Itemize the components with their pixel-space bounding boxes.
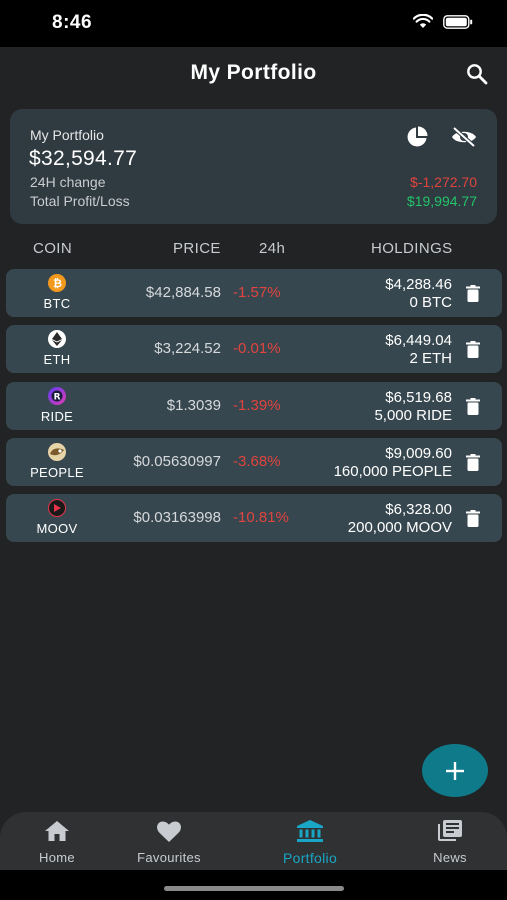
bank-icon xyxy=(297,820,323,842)
nav-item-portfolio[interactable]: Portfolio xyxy=(260,820,360,866)
holding-amount: 5,000 RIDE xyxy=(374,407,452,424)
portfolio-screen: 8:46 My Portfolio My Portfolio $32,594.7… xyxy=(0,0,507,900)
add-coin-button[interactable] xyxy=(422,744,488,797)
summary-label: My Portfolio xyxy=(30,127,104,143)
column-header-price: PRICE xyxy=(173,240,221,257)
home-icon xyxy=(45,821,69,841)
nav-label: Favourites xyxy=(137,850,201,865)
trash-icon[interactable] xyxy=(466,510,480,527)
status-bar: 8:46 xyxy=(0,0,507,47)
nav-label: Home xyxy=(39,850,75,865)
status-icons xyxy=(413,14,473,29)
nav-label: Portfolio xyxy=(282,850,338,866)
coin-row-btc[interactable]: ₿ BTC $42,884.58 -1.57% $4,288.46 0 BTC xyxy=(6,269,502,317)
moov-icon xyxy=(48,499,66,517)
coin-row-moov[interactable]: MOOV $0.03163998 -10.81% $6,328.00 200,0… xyxy=(6,494,502,542)
nav-label: News xyxy=(433,850,467,865)
portfolio-summary-card: My Portfolio $32,594.77 24H change Total… xyxy=(10,109,497,224)
heart-icon xyxy=(157,820,181,842)
coin-price: $1.3039 xyxy=(166,397,221,414)
coin-row-ride[interactable]: R RIDE $1.3039 -1.39% $6,519.68 5,000 RI… xyxy=(6,382,502,430)
profit-loss-label: Total Profit/Loss xyxy=(30,193,130,209)
change-value: $-1,272.70 xyxy=(410,174,477,190)
home-indicator[interactable] xyxy=(164,886,344,891)
holding-value: $4,288.46 xyxy=(385,276,452,293)
trash-icon[interactable] xyxy=(466,454,480,471)
bottom-navigation: Home Favourites Portfolio News xyxy=(0,812,507,870)
profit-loss-value: $19,994.77 xyxy=(406,193,477,209)
search-icon[interactable] xyxy=(465,62,489,86)
wifi-icon xyxy=(413,14,433,28)
column-header-holdings: HOLDINGS xyxy=(371,240,453,257)
coin-price: $0.05630997 xyxy=(133,453,221,470)
coin-row-eth[interactable]: ETH $3,224.52 -0.01% $6,449.04 2 ETH xyxy=(6,325,502,373)
coin-price: $42,884.58 xyxy=(145,284,221,301)
status-time: 8:46 xyxy=(52,12,93,33)
svg-text:R: R xyxy=(54,392,61,402)
holding-value: $9,009.60 xyxy=(385,445,452,462)
trash-icon[interactable] xyxy=(466,285,480,302)
holding-amount: 160,000 PEOPLE xyxy=(333,463,452,480)
page-title: My Portfolio xyxy=(190,61,317,84)
pie-chart-icon[interactable] xyxy=(405,125,429,149)
nav-item-favourites[interactable]: Favourites xyxy=(119,820,219,865)
trash-icon[interactable] xyxy=(466,398,480,415)
plus-icon xyxy=(446,761,464,780)
holding-value: $6,328.00 xyxy=(385,501,452,518)
coin-change: -3.68% xyxy=(233,453,281,470)
change-label: 24H change xyxy=(30,174,106,190)
coin-symbol: RIDE xyxy=(40,409,74,424)
svg-text:₿: ₿ xyxy=(53,277,62,289)
coin-change: -1.57% xyxy=(233,284,281,301)
coin-symbol: MOOV xyxy=(36,521,78,536)
column-header-coin: COIN xyxy=(33,240,73,257)
trash-icon[interactable] xyxy=(466,341,480,358)
portfolio-total-value: $32,594.77 xyxy=(29,147,138,170)
people-icon xyxy=(48,443,66,461)
holding-amount: 200,000 MOOV xyxy=(347,519,452,536)
coin-change: -0.01% xyxy=(233,340,281,357)
column-header-24h: 24h xyxy=(259,240,286,257)
coin-change: -1.39% xyxy=(233,397,281,414)
coin-symbol: BTC xyxy=(43,296,71,311)
coin-symbol: PEOPLE xyxy=(30,465,84,480)
holding-amount: 2 ETH xyxy=(409,350,452,367)
news-icon xyxy=(438,820,462,841)
holding-value: $6,449.04 xyxy=(385,332,452,349)
app-header: My Portfolio xyxy=(0,47,507,102)
ride-icon: R xyxy=(48,387,66,405)
bitcoin-icon: ₿ xyxy=(48,274,66,292)
coin-price: $0.03163998 xyxy=(133,509,221,526)
eye-off-icon[interactable] xyxy=(450,125,478,149)
holding-value: $6,519.68 xyxy=(385,389,452,406)
nav-item-home[interactable]: Home xyxy=(7,820,107,865)
ethereum-icon xyxy=(48,330,66,348)
nav-item-news[interactable]: News xyxy=(400,820,500,865)
coin-price: $3,224.52 xyxy=(154,340,221,357)
battery-icon xyxy=(443,14,473,29)
coin-change: -10.81% xyxy=(233,509,289,526)
coin-symbol: ETH xyxy=(43,352,71,367)
home-indicator-area xyxy=(0,870,507,900)
holding-amount: 0 BTC xyxy=(409,294,452,311)
coin-row-people[interactable]: PEOPLE $0.05630997 -3.68% $9,009.60 160,… xyxy=(6,438,502,486)
